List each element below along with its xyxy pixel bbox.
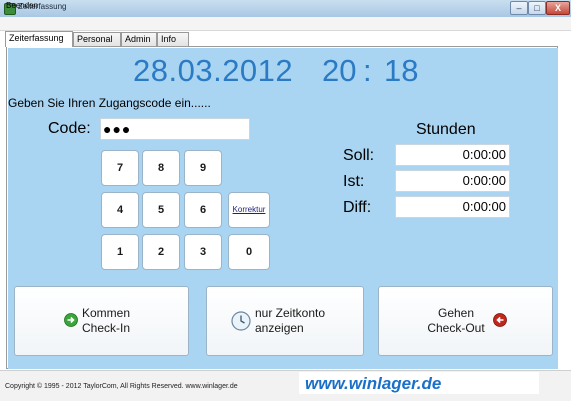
access-code-prompt: Geben Sie Ihren Zugangscode ein......	[8, 96, 211, 110]
keypad-4[interactable]: 4	[101, 192, 139, 228]
check-out-line1: Gehen	[437, 306, 475, 320]
clock-minute: 18	[384, 53, 419, 88]
menu-item-beenden[interactable]: Beenden	[6, 1, 38, 10]
keypad-8[interactable]: 8	[142, 150, 180, 186]
diff-value: 0:00:00	[395, 196, 510, 218]
soll-value: 0:00:00	[395, 144, 510, 166]
zeitkonto-label: nur Zeitkonto anzeigen	[255, 306, 345, 336]
check-out-label: Gehen Check-Out	[418, 306, 494, 336]
hours-title: Stunden	[416, 121, 476, 138]
keypad-korrektur[interactable]: Korrektur	[228, 192, 270, 228]
copyright-text: Copyright © 1995 - 2012 TaylorCom, All R…	[5, 383, 238, 390]
code-input[interactable]: ●●●	[100, 118, 250, 140]
tab-admin[interactable]: Admin	[121, 32, 157, 46]
clock-hour: 20	[322, 53, 357, 88]
keypad-7[interactable]: 7	[101, 150, 139, 186]
keypad-6[interactable]: 6	[184, 192, 222, 228]
menu-bar	[0, 17, 571, 31]
check-out-line2: Check-Out	[427, 321, 485, 335]
check-in-line1: Kommen	[82, 306, 131, 320]
arrow-right-circle-icon	[64, 313, 78, 327]
zeitkonto-line2: anzeigen	[255, 321, 304, 335]
ist-label: Ist:	[343, 173, 365, 190]
keypad-1[interactable]: 1	[101, 234, 139, 270]
diff-label: Diff:	[343, 199, 372, 216]
minimize-button[interactable]: –	[510, 1, 528, 15]
ist-value: 0:00:00	[395, 170, 510, 192]
maximize-button[interactable]: □	[528, 1, 546, 15]
clock-icon	[231, 311, 251, 331]
close-button[interactable]: X	[546, 1, 570, 15]
check-in-line2: Check-In	[82, 321, 131, 335]
brand-link[interactable]: www.winlager.de	[305, 374, 441, 394]
zeitkonto-line1: nur Zeitkonto	[255, 306, 326, 320]
keypad-0[interactable]: 0	[228, 234, 270, 270]
soll-label: Soll:	[343, 147, 375, 164]
clock-colon: :	[363, 53, 372, 88]
keypad-5[interactable]: 5	[142, 192, 180, 228]
tab-info[interactable]: Info	[157, 32, 189, 46]
date-display: 28.03.2012	[133, 53, 294, 88]
keypad-9[interactable]: 9	[184, 150, 222, 186]
title-bar	[0, 0, 571, 18]
tab-personal[interactable]: Personal	[73, 32, 121, 46]
keypad-2[interactable]: 2	[142, 234, 180, 270]
keypad-3[interactable]: 3	[184, 234, 222, 270]
check-in-label: Kommen Check-In	[82, 306, 142, 336]
code-label: Code:	[48, 120, 91, 137]
tab-zeiterfassung[interactable]: Zeiterfassung	[5, 31, 73, 47]
arrow-left-circle-icon	[493, 313, 507, 327]
